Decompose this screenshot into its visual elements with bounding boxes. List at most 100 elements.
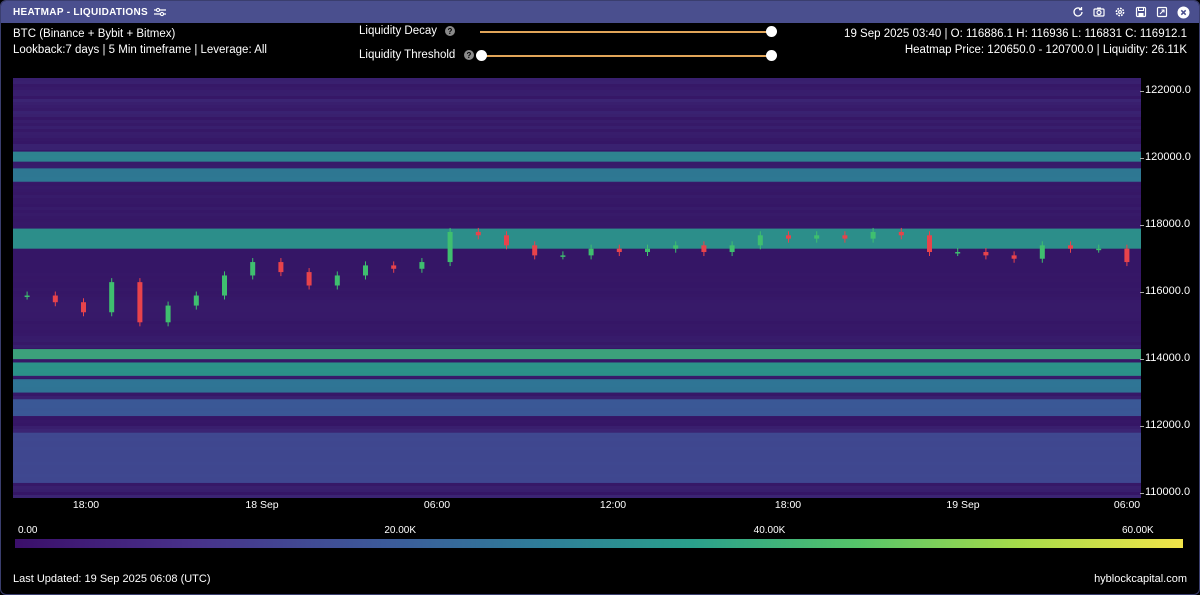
- price-tick-label: 118000.0: [1145, 218, 1191, 231]
- heatmap-row: [13, 81, 1141, 84]
- candle-body: [81, 302, 86, 313]
- liquidity-band: [13, 379, 1141, 393]
- heatmap-row: [13, 483, 1141, 486]
- price-tick-label: 110000.0: [1145, 485, 1191, 498]
- help-icon[interactable]: ?: [445, 26, 455, 36]
- heatmap-row: [13, 264, 1141, 267]
- heatmap-row: [13, 345, 1141, 348]
- close-icon[interactable]: [1175, 4, 1191, 20]
- candle-body: [786, 235, 791, 239]
- candle-body: [532, 245, 538, 256]
- camera-icon[interactable]: [1091, 4, 1107, 20]
- candle-body: [1096, 248, 1102, 251]
- heatmap-row: [13, 147, 1141, 150]
- heatmap-row: [13, 291, 1141, 294]
- time-tick-label: 06:00: [423, 499, 451, 511]
- heatmap-row: [13, 306, 1141, 309]
- candle-body: [1068, 245, 1073, 249]
- heatmap-row: [13, 102, 1141, 105]
- candle-body: [504, 235, 509, 246]
- heatmap-row: [13, 309, 1141, 312]
- time-tick-label: 18:00: [774, 499, 802, 511]
- brand-watermark[interactable]: hyblockcapital.com: [1094, 573, 1187, 585]
- candle-body: [898, 231, 904, 236]
- time-tick-label: 19 Sep: [946, 499, 980, 511]
- heatmap-row: [13, 123, 1141, 126]
- candle-body: [250, 262, 256, 276]
- price-tick-mark: [1140, 492, 1144, 494]
- price-tick-mark: [1140, 225, 1144, 227]
- save-icon[interactable]: [1133, 4, 1149, 20]
- heatmap-row: [13, 258, 1141, 261]
- ohlc-info: 19 Sep 2025 03:40 | O: 116886.1 H: 11693…: [844, 26, 1187, 58]
- candle-body: [955, 252, 961, 254]
- heatmap-row: [13, 117, 1141, 120]
- heatmap-row: [13, 330, 1141, 333]
- heatmap-row: [13, 327, 1141, 330]
- candle-body: [1039, 245, 1045, 259]
- liquidity-band: [13, 151, 1141, 162]
- heatmap-row: [13, 294, 1141, 297]
- candle-body: [193, 295, 199, 306]
- heatmap-row: [13, 486, 1141, 489]
- heatmap-row: [13, 165, 1141, 168]
- candle-body: [560, 255, 566, 257]
- liquidity-band: [13, 362, 1141, 376]
- heatmap-row: [13, 300, 1141, 303]
- liquidity-decay-label: Liquidity Decay: [359, 25, 437, 37]
- window-title: HEATMAP - LIQUIDATIONS: [13, 6, 148, 18]
- liquidity-threshold-max-knob[interactable]: [766, 50, 777, 61]
- liquidity-threshold-label: Liquidity Threshold: [359, 49, 456, 61]
- heatmap-row: [13, 141, 1141, 144]
- candle-body: [927, 235, 932, 253]
- heatmap-row: [13, 336, 1141, 339]
- liquidity-threshold-track[interactable]: [480, 55, 771, 57]
- time-tick-label: 12:00: [599, 499, 627, 511]
- candle-body: [645, 248, 650, 253]
- candle-body: [334, 275, 340, 286]
- price-tick-label: 112000.0: [1145, 419, 1191, 432]
- heatmap-row: [13, 192, 1141, 195]
- heatmap-row: [13, 135, 1141, 138]
- heatmap-row: [13, 195, 1141, 198]
- heatmap-row: [13, 315, 1141, 318]
- refresh-icon[interactable]: [1070, 4, 1086, 20]
- liquidity-threshold-min-knob[interactable]: [476, 50, 487, 61]
- heatmap-row: [13, 297, 1141, 300]
- price-tick-label: 122000.0: [1145, 84, 1191, 97]
- heatmap-row: [13, 393, 1141, 396]
- colorbar-tick-label: 60.00K: [1122, 525, 1154, 536]
- liquidity-decay-track[interactable]: [480, 31, 771, 33]
- expand-icon[interactable]: [1154, 4, 1170, 20]
- heatmap-row: [13, 276, 1141, 279]
- price-tick-mark: [1140, 91, 1144, 93]
- candle-body: [137, 282, 143, 323]
- exchange-summary: BTC (Binance + Bybit + Bitmex): [13, 28, 176, 40]
- candle-body: [391, 265, 397, 269]
- candle-body: [1124, 248, 1130, 263]
- heatmap-row: [13, 342, 1141, 345]
- candle-body: [814, 235, 820, 239]
- heatmap-row: [13, 198, 1141, 201]
- candle-body: [278, 262, 284, 273]
- sliders-icon[interactable]: [153, 7, 166, 17]
- liquidation-heatmap[interactable]: [13, 78, 1141, 498]
- market-info: BTC (Binance + Bybit + Bitmex) Lookback:…: [13, 26, 267, 58]
- heatmap-row: [13, 132, 1141, 135]
- window-actions: [1070, 4, 1191, 20]
- liquidity-colorbar: [15, 539, 1183, 548]
- heatmap-row: [13, 126, 1141, 129]
- heatmap-row: [13, 288, 1141, 291]
- heatmap-row: [13, 114, 1141, 117]
- heatmap-row: [13, 207, 1141, 210]
- heatmap-canvas[interactable]: [13, 78, 1141, 498]
- help-icon[interactable]: ?: [464, 50, 474, 60]
- liquidity-decay-knob[interactable]: [766, 26, 777, 37]
- colorbar-tick-label: 20.00K: [384, 525, 417, 536]
- heatmap-row: [13, 204, 1141, 207]
- liquidity-band: [13, 399, 1141, 417]
- candle-body: [222, 275, 227, 296]
- heatmap-row: [13, 303, 1141, 306]
- gear-icon[interactable]: [1112, 4, 1128, 20]
- heatmap-row: [13, 213, 1141, 216]
